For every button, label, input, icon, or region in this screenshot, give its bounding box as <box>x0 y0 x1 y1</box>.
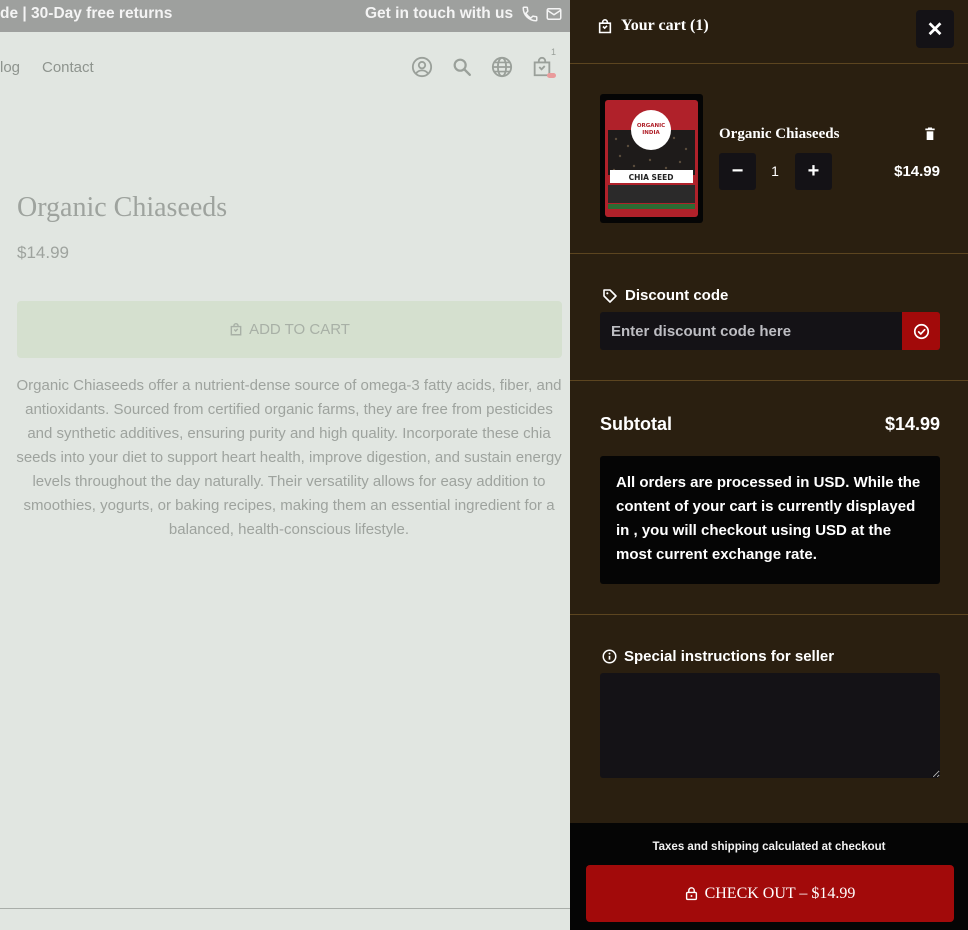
divider <box>570 63 968 64</box>
tag-icon <box>603 288 617 303</box>
apply-discount-button[interactable] <box>902 312 940 350</box>
info-icon <box>602 649 617 664</box>
add-to-cart-button[interactable]: ADD TO CART <box>17 301 562 358</box>
close-cart-button[interactable]: ✕ <box>916 10 954 48</box>
instructions-label: Special instructions for seller <box>602 648 834 665</box>
discount-label: Discount code <box>602 287 728 304</box>
cart-item-price: $14.99 <box>894 163 940 180</box>
divider <box>570 380 968 381</box>
product-price: $14.99 <box>17 243 69 262</box>
cart-count: 1 <box>551 47 557 57</box>
search-icon[interactable] <box>451 56 473 78</box>
announcement-text: de | 30-Day free returns <box>0 5 173 22</box>
product-image: ORGANIC INDIA CHIA SEED <box>605 100 698 217</box>
add-to-cart-label: ADD TO CART <box>249 321 350 338</box>
checkout-label: CHECK OUT – $14.99 <box>704 884 856 902</box>
product-description: Organic Chiaseeds offer a nutrient-dense… <box>16 377 562 538</box>
close-icon: ✕ <box>926 18 944 41</box>
lock-icon <box>685 887 697 901</box>
phone-icon[interactable] <box>521 5 539 23</box>
cart-drawer: Your cart (1) ✕ ORGANIC INDIA CHIA SEED … <box>570 0 968 930</box>
cart-badge-dot <box>547 73 556 78</box>
bag-icon <box>230 322 242 336</box>
subtotal-value: $14.99 <box>884 414 940 434</box>
subtotal-label: Subtotal <box>600 414 672 434</box>
cart-item-name[interactable]: Organic Chiaseeds <box>719 126 839 143</box>
divider <box>0 908 570 909</box>
package-label: CHIA SEED <box>629 173 674 182</box>
instructions-textarea[interactable] <box>600 673 940 778</box>
package-brand: ORGANIC <box>637 123 665 129</box>
tax-note: Taxes and shipping calculated at checkou… <box>652 841 886 853</box>
currency-notice: All orders are processed in USD. While t… <box>600 456 940 584</box>
divider <box>570 253 968 254</box>
plus-icon: + <box>807 160 820 182</box>
quantity-increment-button[interactable]: + <box>795 153 832 190</box>
nav-link-contact[interactable]: Contact <box>42 59 94 76</box>
check-circle-icon <box>913 323 929 339</box>
product-thumbnail[interactable]: ORGANIC INDIA CHIA SEED <box>600 94 703 223</box>
package-brand-2: INDIA <box>642 130 660 136</box>
announcement-bar: de | 30-Day free returns Get in touch wi… <box>0 0 570 32</box>
trash-icon[interactable] <box>922 126 938 142</box>
nav-link-blog[interactable]: log <box>0 59 20 76</box>
discount-code-input[interactable] <box>600 312 902 350</box>
globe-icon[interactable] <box>491 56 513 78</box>
mail-icon[interactable] <box>545 5 563 23</box>
checkout-button[interactable]: CHECK OUT – $14.99 <box>586 865 954 922</box>
discount-label-text: Discount code <box>625 287 729 304</box>
bag-icon <box>598 18 612 33</box>
cart-header: Your cart (1) <box>597 17 709 35</box>
cart-title: Your cart (1) <box>621 17 709 34</box>
cart-footer: Taxes and shipping calculated at checkou… <box>570 823 968 930</box>
instructions-label-text: Special instructions for seller <box>624 648 835 665</box>
minus-icon: − <box>731 160 744 182</box>
account-icon[interactable] <box>411 56 433 78</box>
contact-link[interactable]: Get in touch with us <box>365 5 513 23</box>
divider <box>570 614 968 615</box>
quantity-decrement-button[interactable]: − <box>719 153 756 190</box>
product-title: Organic Chiaseeds <box>17 192 228 223</box>
quantity-value[interactable]: 1 <box>765 163 785 179</box>
